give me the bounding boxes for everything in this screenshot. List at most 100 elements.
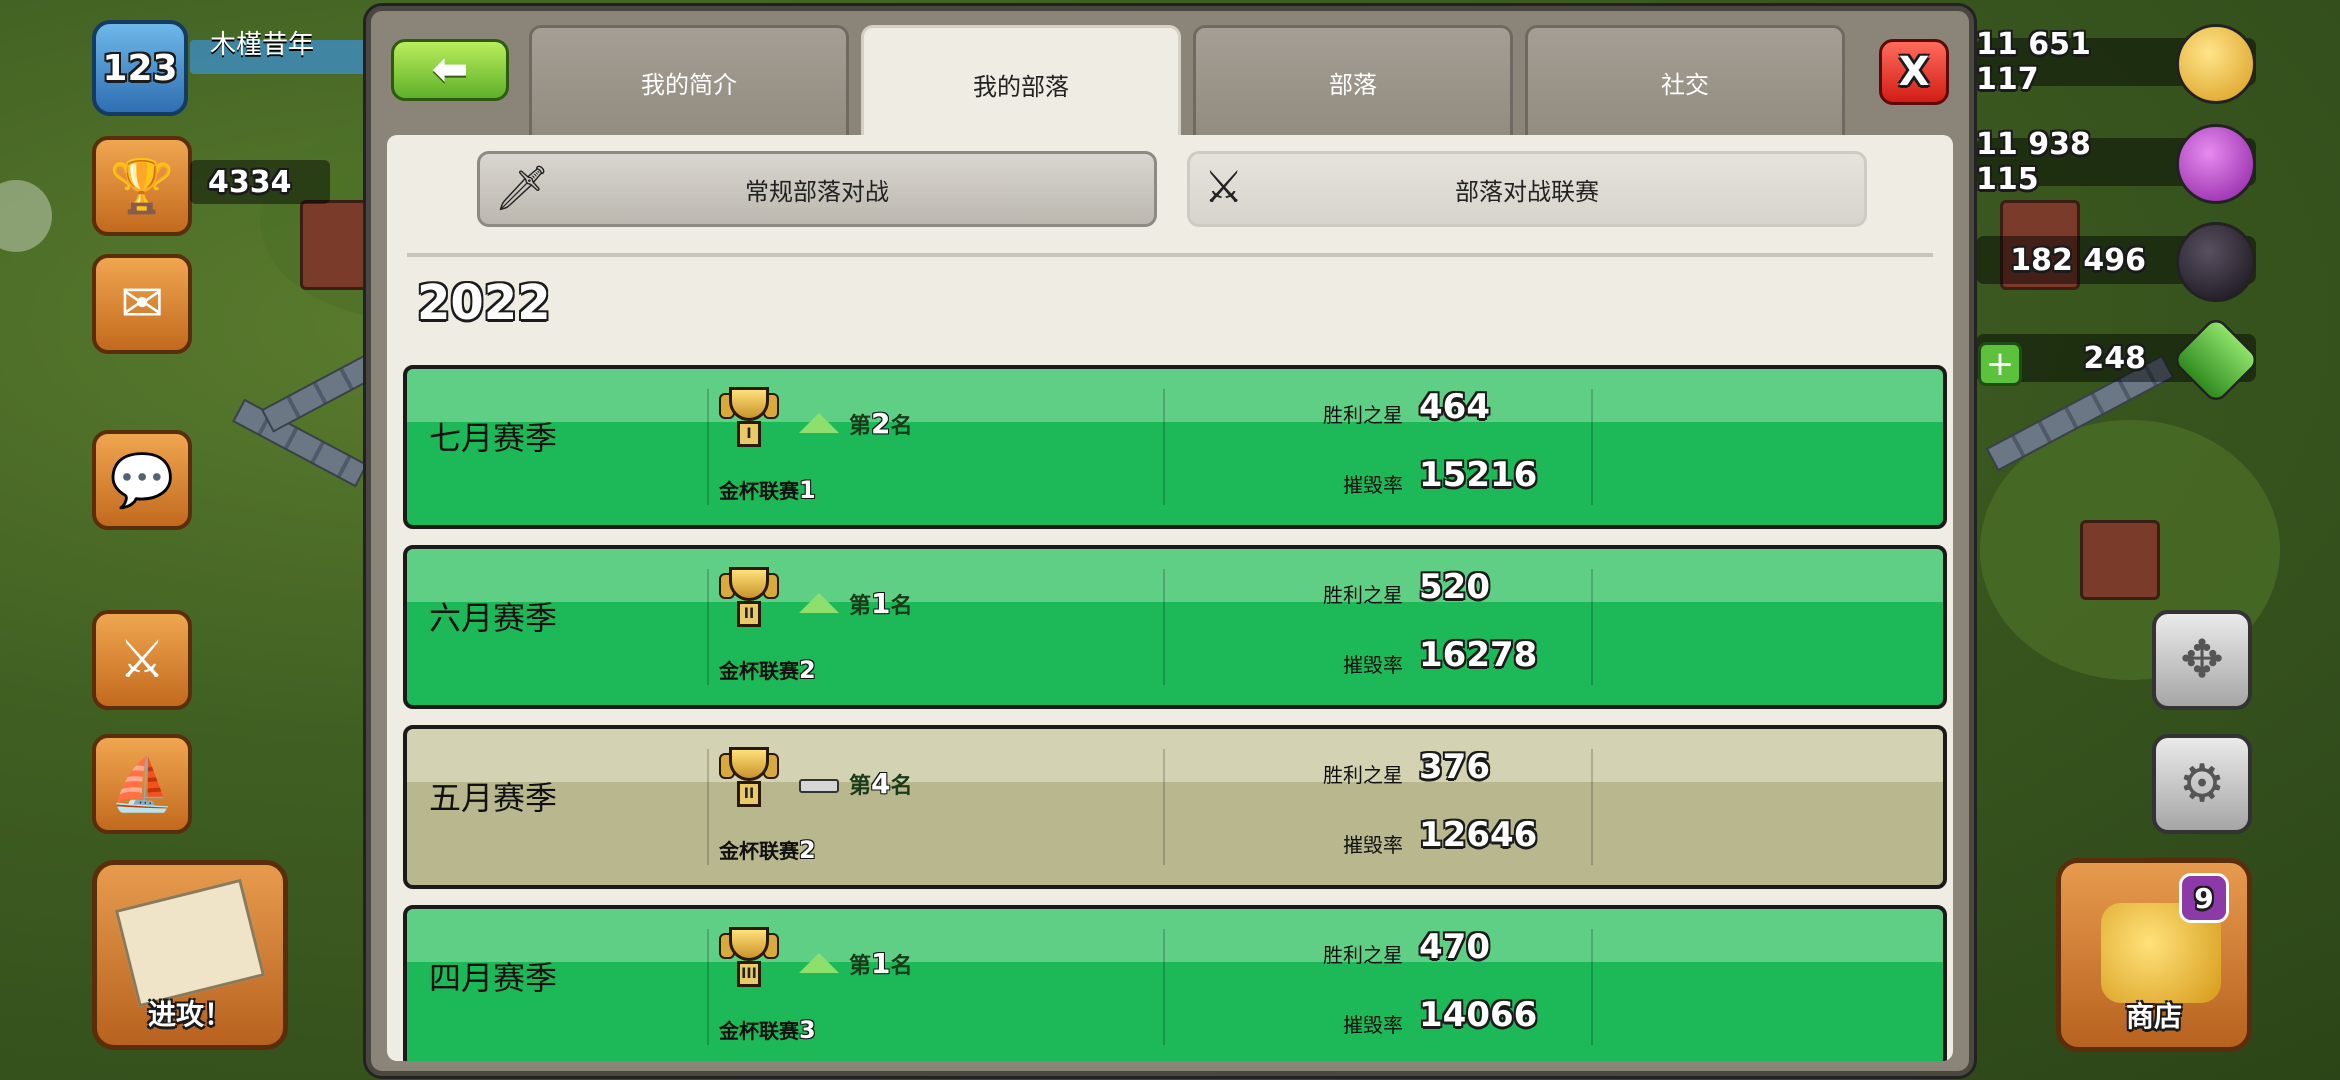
- subtab-regular-clan-war[interactable]: 🗡 常规部落对战: [477, 151, 1157, 227]
- promotion-up-icon: [799, 593, 839, 613]
- divider: [407, 253, 1933, 257]
- clan-war-button[interactable]: ⚔: [92, 610, 192, 710]
- back-button[interactable]: ⬅: [391, 39, 509, 101]
- season-name: 五月赛季: [429, 779, 558, 817]
- puzzle-icon[interactable]: [0, 180, 52, 252]
- shop-button[interactable]: 9 商店: [2056, 858, 2252, 1052]
- tab-my-profile[interactable]: 我的简介: [529, 25, 849, 137]
- league-roman-numeral: III: [737, 961, 761, 987]
- season-name: 四月赛季: [429, 959, 558, 997]
- rank-text: 第2名: [849, 407, 913, 440]
- gold-counter: 11 651 117: [1976, 24, 2256, 104]
- season-name: 六月赛季: [429, 599, 558, 637]
- rank-number: 2: [871, 407, 891, 440]
- divider: [1591, 929, 1593, 1045]
- envelope-icon: ✉: [120, 274, 164, 334]
- back-arrow-icon: ⬅: [431, 44, 469, 95]
- divider: [707, 749, 709, 865]
- trophy-button[interactable]: 🏆: [92, 136, 192, 236]
- trophy-icon: 🏆: [109, 156, 175, 217]
- league-badge-icon: II: [719, 567, 779, 631]
- mail-button[interactable]: ✉: [92, 254, 192, 354]
- divider: [1163, 929, 1165, 1045]
- divider: [707, 929, 709, 1045]
- subtab-label: 部落对战联赛: [1455, 177, 1599, 206]
- rank-number: 4: [871, 767, 891, 800]
- league-level: 3: [799, 1016, 816, 1044]
- league-prefix: 金杯联赛: [719, 479, 799, 503]
- divider: [1163, 389, 1165, 505]
- edit-layout-button[interactable]: ✥: [2152, 610, 2252, 710]
- treasure-map-icon: [114, 878, 266, 1008]
- builder-base-button[interactable]: ⛵: [92, 734, 192, 834]
- season-row[interactable]: 七月赛季 I 第2名 金杯联赛1 胜利之星 464 摧毁率 15216: [403, 365, 1947, 529]
- stars-label: 胜利之星: [1323, 943, 1403, 967]
- no-change-icon: [799, 779, 839, 793]
- shop-label: 商店: [2125, 1000, 2182, 1033]
- league-level: 1: [799, 476, 816, 504]
- settings-button[interactable]: ⚙: [2152, 734, 2252, 834]
- subtab-clan-war-league[interactable]: ⚔ 部落对战联赛: [1187, 151, 1867, 227]
- gear-icon: ⚙: [2178, 754, 2226, 814]
- divider: [1163, 569, 1165, 685]
- season-row[interactable]: 四月赛季 III 第1名 金杯联赛3 胜利之星 470 摧毁率 14066: [403, 905, 1947, 1061]
- stars-value: 470: [1419, 927, 1490, 967]
- destruction-label: 摧毁率: [1343, 473, 1403, 497]
- league-name: 金杯联赛1: [719, 475, 816, 504]
- gold-coin-icon: [2176, 24, 2256, 104]
- chat-button[interactable]: 💬: [92, 430, 192, 530]
- stars-label: 胜利之星: [1323, 583, 1403, 607]
- cwl-badge-icon: ⚔: [1204, 162, 1244, 213]
- league-prefix: 金杯联赛: [719, 659, 799, 683]
- league-roman-numeral: I: [737, 421, 761, 447]
- rank-suffix: 名: [890, 774, 913, 799]
- divider: [1591, 569, 1593, 685]
- rank-text: 第1名: [849, 947, 913, 980]
- stars-value: 376: [1419, 747, 1490, 787]
- season-name: 七月赛季: [429, 419, 558, 457]
- close-button[interactable]: X: [1879, 39, 1949, 105]
- rank-suffix: 名: [890, 954, 913, 979]
- league-badge-icon: II: [719, 747, 779, 811]
- tab-social[interactable]: 社交: [1525, 25, 1845, 137]
- gold-amount: 11 651 117: [1976, 27, 2091, 97]
- buy-gems-button[interactable]: +: [1978, 342, 2022, 386]
- tab-label: 部落: [1329, 71, 1377, 99]
- plus-icon: +: [1985, 344, 2015, 384]
- league-name: 金杯联赛2: [719, 655, 816, 684]
- elixir-counter: 11 938 115: [1976, 124, 2256, 204]
- destruction-label: 摧毁率: [1343, 833, 1403, 857]
- elixir-amount: 11 938 115: [1976, 127, 2091, 197]
- league-prefix: 金杯联赛: [719, 839, 799, 863]
- season-row[interactable]: 五月赛季 II 第4名 金杯联赛2 胜利之星 376 摧毁率 12646: [403, 725, 1947, 889]
- gem-amount: 248: [2083, 340, 2146, 376]
- destruction-label: 摧毁率: [1343, 1013, 1403, 1037]
- league-level: 2: [799, 836, 816, 864]
- league-name: 金杯联赛3: [719, 1015, 816, 1044]
- rank-suffix: 名: [890, 414, 913, 439]
- rank-text: 第4名: [849, 767, 913, 800]
- destruction-value: 12646: [1419, 815, 1538, 855]
- stars-value: 520: [1419, 567, 1490, 607]
- crossed-swords-icon: ⚔: [118, 630, 166, 690]
- divider: [707, 389, 709, 505]
- rank-number: 1: [871, 947, 891, 980]
- player-name: 木槿昔年: [210, 30, 315, 60]
- league-badge-icon: I: [719, 387, 779, 451]
- tab-my-clan[interactable]: 我的部落: [861, 25, 1181, 141]
- season-row[interactable]: 六月赛季 II 第1名 金杯联赛2 胜利之星 520 摧毁率 16278: [403, 545, 1947, 709]
- tab-label: 社交: [1661, 71, 1709, 99]
- league-name: 金杯联赛2: [719, 835, 816, 864]
- dark-elixir-counter: 182 496: [1976, 222, 2256, 302]
- experience-level-badge[interactable]: 123: [92, 20, 188, 116]
- clan-profile-dialog: ⬅ 我的简介 我的部落 部落 社交 X 🗡 常规部落对战 ⚔ 部落对战联赛 20…: [366, 6, 1974, 1076]
- attack-button[interactable]: 进攻！: [92, 860, 288, 1050]
- rank-number: 1: [871, 587, 891, 620]
- league-badge-icon: III: [719, 927, 779, 991]
- league-level: 2: [799, 656, 816, 684]
- tab-clans[interactable]: 部落: [1193, 25, 1513, 137]
- sword-icon: 🗡: [494, 163, 550, 214]
- divider: [1163, 749, 1165, 865]
- experience-level: 123: [102, 47, 178, 89]
- builder-boat-icon: ⛵: [109, 754, 175, 815]
